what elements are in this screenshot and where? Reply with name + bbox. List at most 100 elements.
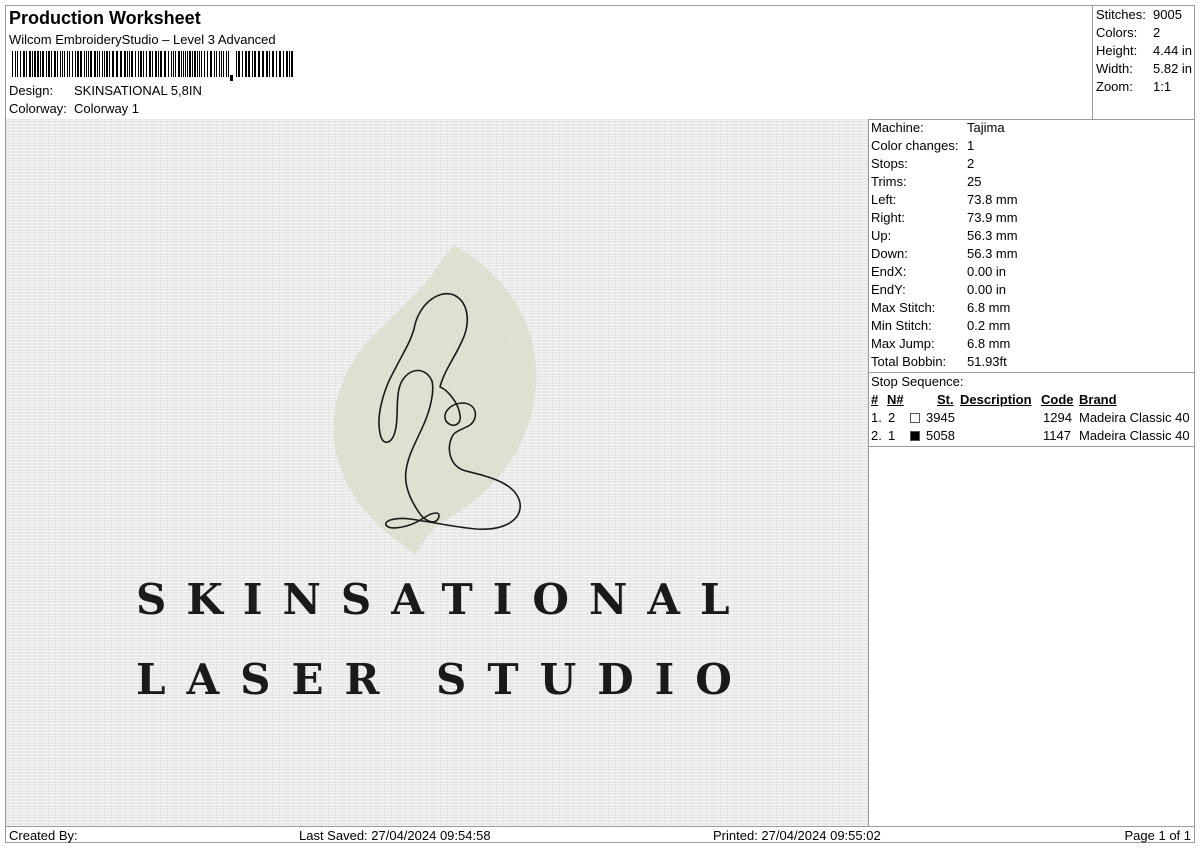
height-label: Height: bbox=[1096, 43, 1138, 58]
down-value: 56.3 mm bbox=[967, 246, 1018, 261]
divider bbox=[868, 372, 1194, 373]
left-label: Left: bbox=[871, 192, 897, 207]
colors-label: Colors: bbox=[1096, 25, 1138, 40]
right-label: Right: bbox=[871, 210, 905, 225]
colors-row: Colors: 2 bbox=[1096, 25, 1160, 40]
stitches-label: Stitches: bbox=[1096, 7, 1146, 22]
max-stitch-label: Max Stitch: bbox=[871, 300, 936, 315]
logo-text-line-2: LASER STUDIO bbox=[136, 655, 753, 704]
color-changes-row: Color changes: 1 bbox=[871, 138, 974, 153]
zoom-value: 1:1 bbox=[1153, 79, 1172, 94]
col-header-description: Description bbox=[960, 392, 1032, 407]
worksheet-header: Production Worksheet Wilcom EmbroiderySt… bbox=[6, 6, 1092, 120]
machine-label: Machine: bbox=[871, 120, 924, 135]
row-1-number: 1. bbox=[871, 410, 882, 425]
barcode bbox=[12, 51, 293, 81]
leaf-shape bbox=[333, 245, 537, 555]
row-1-needle: 2 bbox=[888, 410, 896, 425]
max-stitch-value: 6.8 mm bbox=[967, 300, 1011, 315]
table-bottom-divider bbox=[868, 446, 1194, 447]
row-1-brand: Madeira Classic 40 bbox=[1079, 410, 1190, 425]
down-label: Down: bbox=[871, 246, 908, 261]
up-value: 56.3 mm bbox=[967, 228, 1018, 243]
color-changes-value: 1 bbox=[967, 138, 975, 153]
width-value: 5.82 in bbox=[1153, 61, 1193, 76]
down-row: Down: 56.3 mm bbox=[871, 246, 1018, 261]
stitches-value: 9005 bbox=[1153, 7, 1182, 22]
up-label: Up: bbox=[871, 228, 892, 243]
row-2-needle: 1 bbox=[888, 428, 896, 443]
endy-value: 0.00 in bbox=[967, 282, 1007, 297]
page-number: Page 1 of 1 bbox=[1124, 828, 1192, 843]
row-2-stitches: 5058 bbox=[926, 428, 955, 443]
last-saved: Last Saved: 27/04/2024 09:54:58 bbox=[299, 828, 491, 843]
stops-label: Stops: bbox=[871, 156, 908, 171]
left-row: Left: 73.8 mm bbox=[871, 192, 1018, 207]
max-stitch-row: Max Stitch: 6.8 mm bbox=[871, 300, 1010, 315]
total-bobbin-label: Total Bobbin: bbox=[871, 354, 947, 369]
col-header-num: # bbox=[871, 392, 879, 407]
trims-row: Trims: 25 bbox=[871, 174, 981, 189]
width-label: Width: bbox=[1096, 61, 1133, 76]
right-value: 73.9 mm bbox=[967, 210, 1018, 225]
stitches-row: Stitches: 9005 bbox=[1096, 7, 1182, 22]
color-changes-label: Color changes: bbox=[871, 138, 959, 153]
endx-row: EndX: 0.00 in bbox=[871, 264, 1006, 279]
total-bobbin-value: 51.93ft bbox=[967, 354, 1007, 369]
zoom-label: Zoom: bbox=[1096, 79, 1133, 94]
max-jump-value: 6.8 mm bbox=[967, 336, 1011, 351]
col-header-needle: N# bbox=[887, 392, 904, 407]
min-stitch-label: Min Stitch: bbox=[871, 318, 932, 333]
col-header-code: Code bbox=[1041, 392, 1074, 407]
worksheet-footer: Created By: Last Saved: 27/04/2024 09:54… bbox=[6, 826, 1194, 843]
row-2-code: 1147 bbox=[1043, 428, 1071, 443]
row-2-number: 2. bbox=[871, 428, 882, 443]
colors-value: 2 bbox=[1153, 25, 1161, 40]
endy-row: EndY: 0.00 in bbox=[871, 282, 1006, 297]
width-row: Width: 5.82 in bbox=[1096, 61, 1192, 76]
logo-text-line-1: SKINSATIONAL bbox=[136, 575, 750, 624]
design-label: Design: bbox=[9, 83, 54, 98]
max-jump-label: Max Jump: bbox=[871, 336, 935, 351]
page-title: Production Worksheet bbox=[9, 8, 201, 28]
total-bobbin-row: Total Bobbin: 51.93ft bbox=[871, 354, 1007, 369]
right-row: Right: 73.9 mm bbox=[871, 210, 1018, 225]
zoom-row: Zoom: 1:1 bbox=[1096, 79, 1171, 94]
stops-value: 2 bbox=[967, 156, 975, 171]
software-name: Wilcom EmbroideryStudio – Level 3 Advanc… bbox=[9, 32, 276, 47]
design-stats: Stitches: 9005 Colors: 2 Height: 4.44 in Wi… bbox=[1092, 6, 1195, 120]
up-row: Up: 56.3 mm bbox=[871, 228, 1018, 243]
colorway-value: Colorway 1 bbox=[74, 101, 140, 116]
endx-value: 0.00 in bbox=[967, 264, 1007, 279]
row-2-brand: Madeira Classic 40 bbox=[1079, 428, 1190, 443]
min-stitch-row: Min Stitch: 0.2 mm bbox=[871, 318, 1010, 333]
trims-label: Trims: bbox=[871, 174, 907, 189]
height-value: 4.44 in bbox=[1153, 43, 1193, 58]
stop-sequence-heading: Stop Sequence: bbox=[871, 374, 964, 389]
col-header-brand: Brand bbox=[1079, 392, 1117, 407]
worksheet-page: Production Worksheet Wilcom EmbroiderySt… bbox=[5, 5, 1195, 843]
machine-info-panel: Machine: Tajima Color changes: 1 Stops: 2 T… bbox=[868, 119, 1194, 826]
max-jump-row: Max Jump: 6.8 mm bbox=[871, 336, 1010, 351]
design-preview: SKINSATIONAL LASER STUDIO bbox=[6, 119, 869, 826]
colorway-label: Colorway: bbox=[9, 101, 67, 116]
row-1-stitches: 3945 bbox=[926, 410, 955, 425]
embroidery-artwork bbox=[333, 245, 537, 555]
trims-value: 25 bbox=[967, 174, 982, 189]
col-header-stitches: St. bbox=[937, 392, 954, 407]
stops-row: Stops: 2 bbox=[871, 156, 974, 171]
created-by: Created By: bbox=[9, 828, 78, 843]
machine-value: Tajima bbox=[967, 120, 1005, 135]
endy-label: EndY: bbox=[871, 282, 906, 297]
row-1-color-swatch bbox=[910, 413, 920, 423]
design-row: Design: SKINSATIONAL 5,8IN bbox=[9, 83, 202, 98]
endx-label: EndX: bbox=[871, 264, 907, 279]
row-2-color-swatch bbox=[910, 431, 920, 441]
left-value: 73.8 mm bbox=[967, 192, 1018, 207]
min-stitch-value: 0.2 mm bbox=[967, 318, 1011, 333]
design-value: SKINSATIONAL 5,8IN bbox=[74, 83, 202, 98]
row-1-code: 1294 bbox=[1043, 410, 1072, 425]
colorway-row: Colorway: Colorway 1 bbox=[9, 101, 139, 116]
height-row: Height: 4.44 in bbox=[1096, 43, 1192, 58]
printed-date: Printed: 27/04/2024 09:55:02 bbox=[713, 828, 881, 843]
